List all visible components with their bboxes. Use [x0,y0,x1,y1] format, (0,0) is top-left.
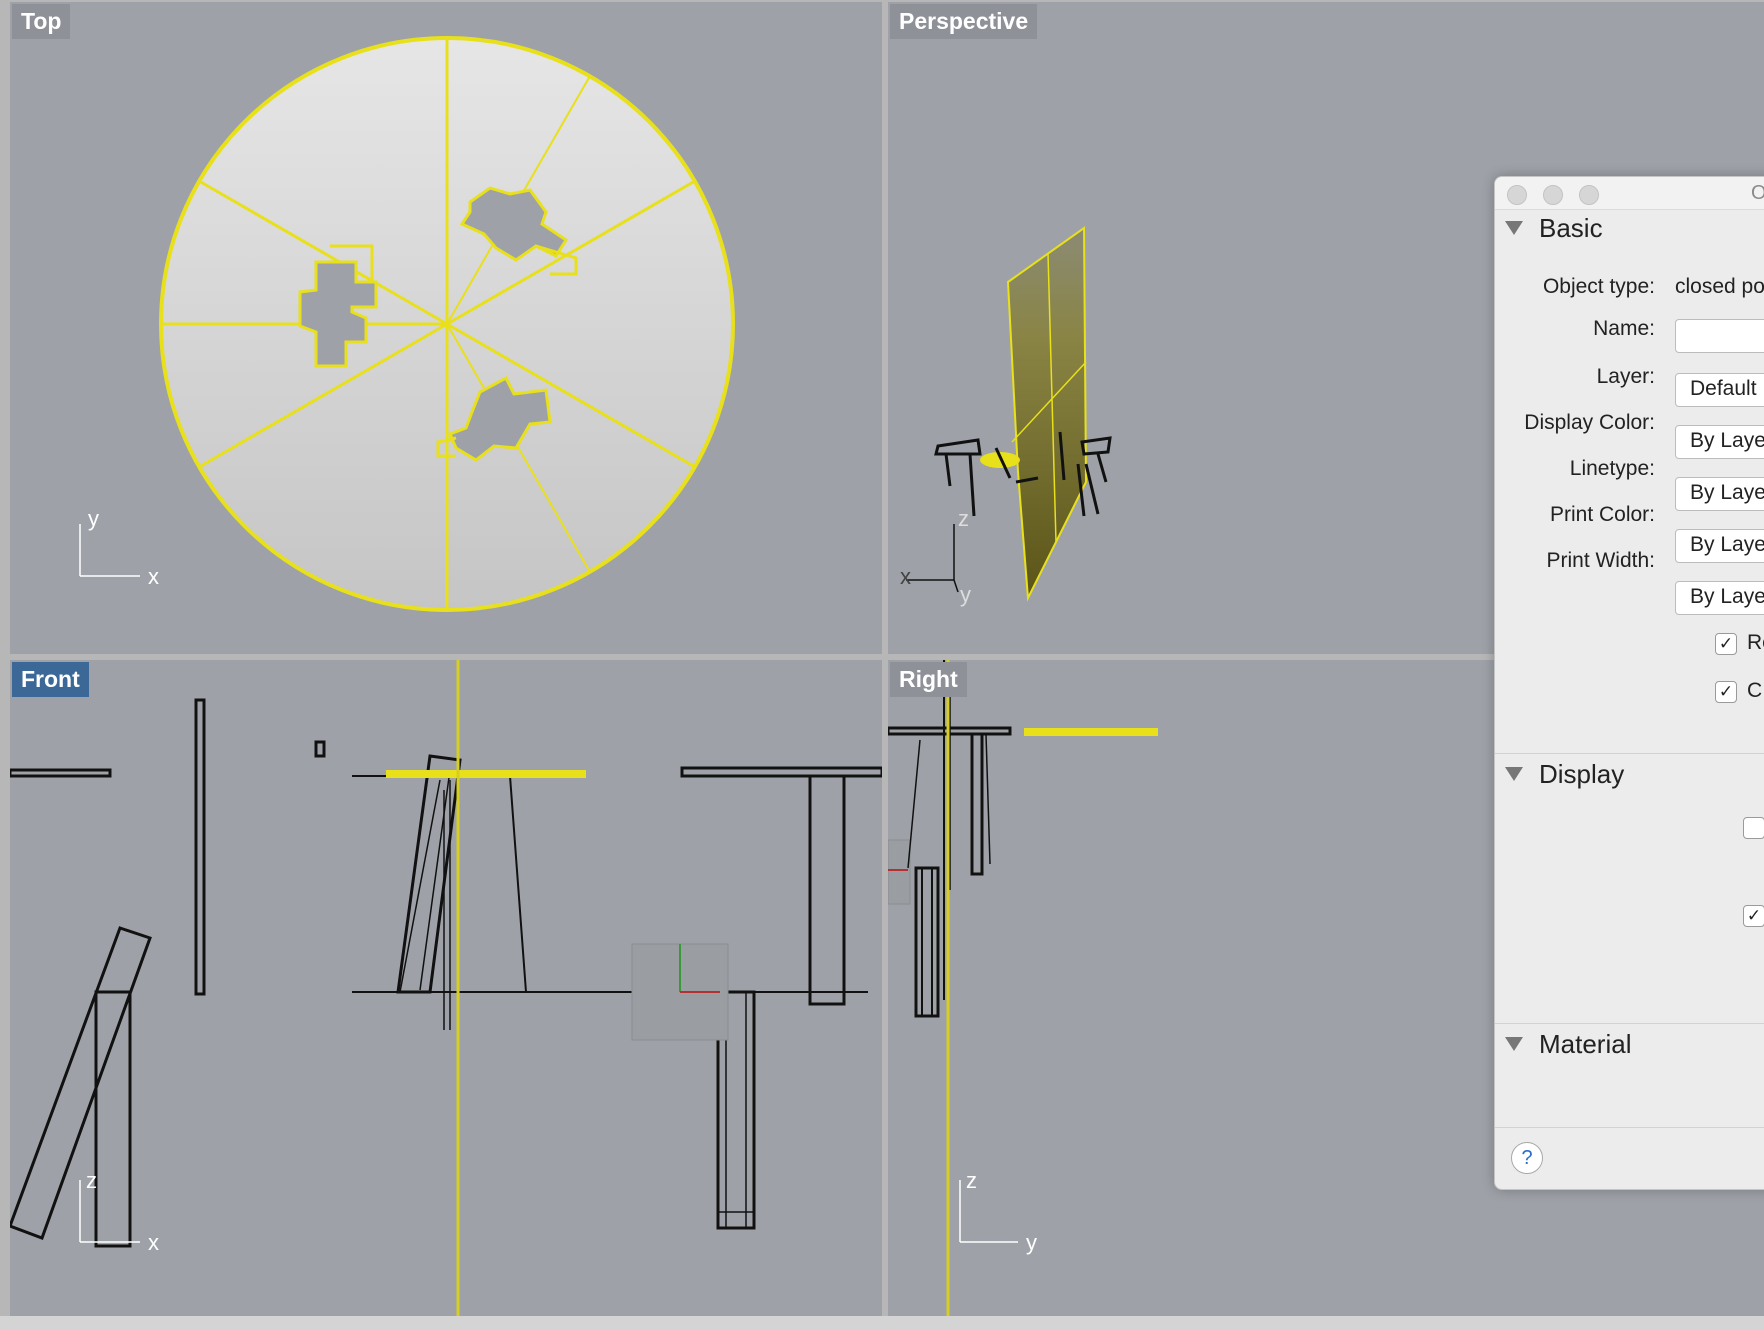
axis-label-y: y [1026,1230,1037,1255]
name-input[interactable] [1675,319,1764,353]
display-checkbox-1[interactable] [1743,817,1764,839]
section-basic-title: Basic [1539,213,1603,243]
viewport-front[interactable]: Front z x [10,660,882,1316]
help-button[interactable]: ? [1511,1142,1543,1174]
axis-label-z: z [86,1168,97,1193]
layer-label: Layer: [1596,365,1655,388]
display-checkbox-2[interactable]: ✓ [1743,905,1764,927]
print-width-label: Print Width: [1546,549,1655,572]
axis-label-x: x [148,564,159,589]
checkbox-render-label: Re [1747,631,1764,654]
viewport-top[interactable]: Top y x [10,2,882,654]
section-divider [1495,1023,1764,1024]
selected-seat-front [386,770,586,778]
axis-label-z: z [958,506,969,531]
section-basic[interactable]: Basic [1505,213,1603,244]
top-view-drawing[interactable] [10,2,882,654]
viewport-label-front[interactable]: Front [12,662,89,697]
viewport-label-right[interactable]: Right [890,662,967,697]
linetype-label: Linetype: [1569,457,1655,480]
section-display-title: Display [1539,759,1625,789]
minimize-window-button[interactable] [1543,185,1563,205]
front-view-drawing[interactable] [10,660,882,1316]
disclosure-triangle-icon[interactable] [1505,1037,1523,1052]
axis-label-x: x [900,564,911,589]
object-type-value: closed po [1675,275,1764,298]
axis-label-x: x [148,1230,159,1255]
print-width-dropdown[interactable]: By Laye [1675,581,1764,615]
properties-panel[interactable]: O Basic Object type: closed po Name: Lay… [1494,176,1764,1190]
axis-label-y: y [88,506,99,531]
disclosure-triangle-icon[interactable] [1505,221,1523,236]
section-material[interactable]: Material [1505,1029,1631,1060]
front-objects [10,660,882,1248]
display-color-label: Display Color: [1524,411,1655,434]
checkbox-second-label: C [1747,679,1763,702]
zoom-window-button[interactable] [1579,185,1599,205]
grid-patch-right [888,839,911,905]
print-color-dropdown[interactable]: By Laye [1675,529,1764,563]
viewport-label-top[interactable]: Top [12,4,71,39]
close-window-button[interactable] [1507,185,1527,205]
layer-dropdown[interactable]: Default [1675,373,1764,407]
display-color-dropdown[interactable]: By Laye [1675,425,1764,459]
checkbox-render[interactable]: ✓ [1715,633,1737,655]
object-type-label: Object type: [1542,275,1655,298]
section-divider [1495,1127,1764,1128]
section-material-title: Material [1539,1029,1632,1059]
section-divider [1495,753,1764,754]
linetype-dropdown[interactable]: By Laye [1675,477,1764,511]
name-label: Name: [1593,317,1655,340]
section-display[interactable]: Display [1505,759,1624,790]
panel-title: O [1751,182,1764,205]
axis-label-z: z [966,1168,977,1193]
perspective-axis-gizmo [906,524,959,593]
print-color-label: Print Color: [1549,503,1655,526]
viewport-label-perspective[interactable]: Perspective [890,4,1038,39]
status-strip [0,1316,1764,1330]
selected-disc-panel [1006,226,1088,602]
selected-seat-right [1024,728,1158,736]
axis-label-y: y [960,582,971,607]
panel-titlebar[interactable]: O [1495,177,1764,210]
checkbox-second[interactable]: ✓ [1715,681,1737,703]
disclosure-triangle-icon[interactable] [1505,767,1523,782]
